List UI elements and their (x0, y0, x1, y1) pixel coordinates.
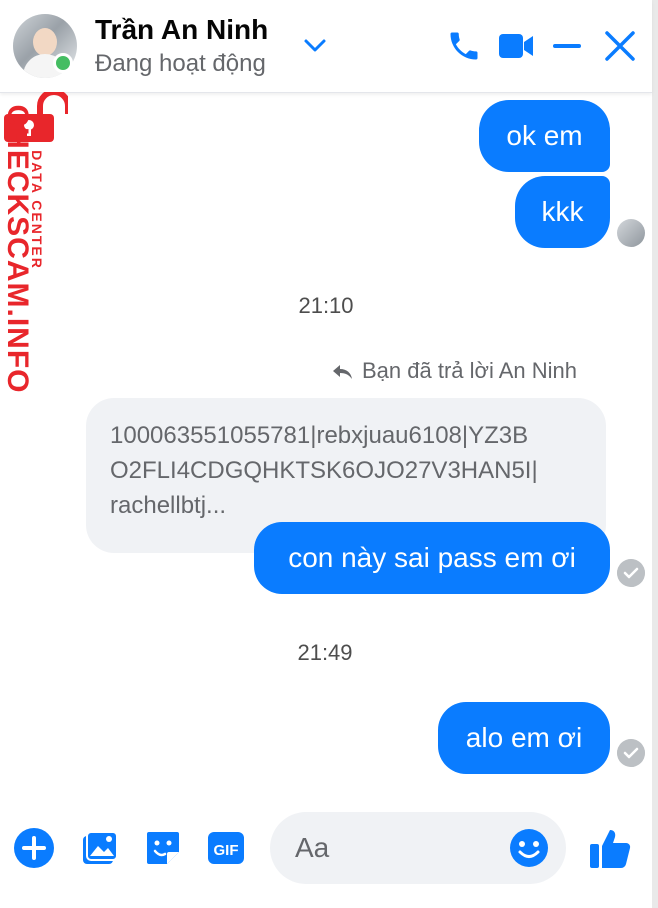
quoted-line: rachellbtj... (110, 492, 227, 519)
phone-icon[interactable] (446, 28, 482, 64)
video-call-icon[interactable] (497, 28, 535, 64)
gif-icon[interactable]: GIF (206, 828, 246, 868)
sent-check-icon (617, 739, 645, 767)
timestamp: 21:49 (297, 640, 353, 665)
quoted-line: 100063551055781|rebxjuau6108|YZ3B (110, 422, 529, 449)
contact-status: Đang hoạt động (95, 50, 266, 77)
message-outgoing[interactable]: ok em (479, 100, 610, 172)
close-icon[interactable] (603, 28, 637, 64)
window-edge (652, 0, 658, 908)
like-icon[interactable] (588, 826, 632, 870)
sent-check-icon (617, 559, 645, 587)
photo-icon[interactable] (79, 828, 119, 868)
reply-label-text: Bạn đã trả lời An Ninh (362, 358, 577, 383)
online-status-dot (53, 53, 73, 73)
chevron-down-icon[interactable] (302, 36, 328, 56)
contact-name[interactable]: Trần An Ninh (95, 14, 268, 46)
emoji-icon[interactable] (509, 828, 549, 868)
message-outgoing[interactable]: kkk (515, 176, 610, 248)
message-input-placeholder: Aa (295, 832, 330, 863)
sticker-icon[interactable] (143, 828, 183, 868)
timestamp: 21:10 (298, 293, 354, 318)
gif-label: GIF (214, 842, 239, 859)
message-outgoing[interactable]: con này sai pass em ơi (254, 522, 610, 594)
plus-icon[interactable] (14, 828, 54, 868)
quoted-line: O2FLI4CDGQHKTSK6OJO27V3HAN5I| (110, 457, 538, 484)
minimize-icon[interactable] (551, 28, 583, 64)
seen-avatar (617, 219, 645, 247)
watermark-tagline: DATA CENTER (29, 150, 45, 270)
reply-arrow-icon (333, 365, 352, 379)
chat-header: Trần An Ninh Đang hoạt động (0, 0, 652, 93)
checkscam-watermark: CHECKSCAM.INFO DATA CENTER (1, 92, 72, 412)
message-outgoing[interactable]: alo em ơi (438, 702, 610, 774)
reply-label: Bạn đã trả lời An Ninh (330, 358, 577, 384)
